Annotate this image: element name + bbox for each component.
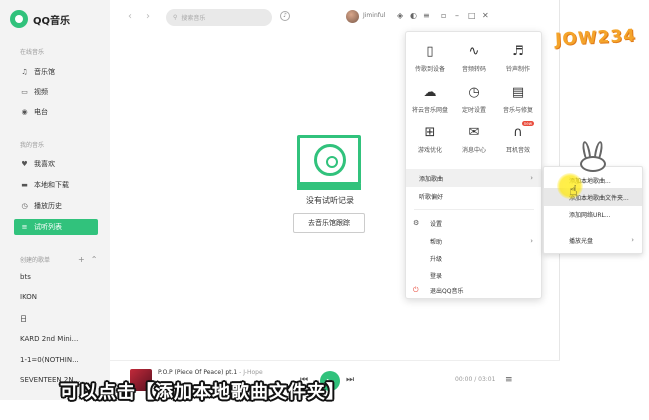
clock-icon: ◷ <box>468 85 480 100</box>
app-logo[interactable]: QQ音乐 <box>10 10 70 28</box>
song-title: P.O.P (Piece Of Peace) pt.1 <box>158 369 238 376</box>
menu-ringtone[interactable]: ♬ 铃声制作 <box>496 44 540 73</box>
skin-icon[interactable]: ◐ <box>410 11 417 20</box>
sidebar: QQ音乐 在线音乐 ♫ 音乐馆 ▭ 视频 ◉ 电台 我的音乐 ♥ 我喜欢 ▬ 本… <box>0 0 110 400</box>
sidebar-item-history[interactable]: ◷ 播放历史 <box>14 198 98 214</box>
mini-mode-icon[interactable]: ▫ <box>441 11 446 20</box>
sidebar-item-music-hall[interactable]: ♫ 音乐馆 <box>14 64 98 80</box>
empty-disc-icon <box>297 135 361 190</box>
submenu-play-disc[interactable]: 播放光盘 › <box>544 231 642 249</box>
username[interactable]: Jiminful <box>363 12 385 19</box>
sidebar-item-favorites[interactable]: ♥ 我喜欢 <box>14 156 98 172</box>
sidebar-item-trial-list[interactable]: ≡ 试听列表 <box>14 219 98 235</box>
listen-recognize-icon[interactable]: ♪ <box>280 11 290 21</box>
chevron-right-icon: › <box>530 174 533 182</box>
add-playlist-icon[interactable]: + <box>78 255 85 264</box>
go-to-music-hall-button[interactable]: 去音乐馆跟踪 <box>293 213 365 233</box>
main-menu: ▯ 传歌到设备 ∿ 音频转码 ♬ 铃声制作 ☁ 将云音乐网盘 ◷ 定时设置 ▤ … <box>405 31 542 299</box>
menu-transfer-to-device[interactable]: ▯ 传歌到设备 <box>408 44 452 73</box>
menu-quit[interactable]: ⏻ 退出QQ音乐 <box>406 281 541 299</box>
menu-settings[interactable]: ⚙ 设置 <box>406 214 541 232</box>
hand-cursor-icon: ☝ <box>569 183 578 199</box>
sidebar-item-video[interactable]: ▭ 视频 <box>14 84 98 100</box>
menu-game-optimize[interactable]: ⊞ 游戏优化 <box>408 125 452 154</box>
search-input[interactable]: ⚲ 搜索音乐 <box>166 9 272 26</box>
maximize-icon[interactable]: □ <box>468 11 476 20</box>
qq-music-logo-icon <box>10 10 28 28</box>
phone-transfer-icon: ▯ <box>426 44 434 59</box>
playlist-item[interactable]: 日 <box>20 314 102 324</box>
menu-timer[interactable]: ◷ 定时设置 <box>452 85 496 114</box>
menu-icon[interactable]: ≡ <box>423 11 430 20</box>
rabbit-doodle-icon <box>574 140 612 172</box>
menu-earphone-effect[interactable]: ∩ new 耳机音效 <box>496 121 540 154</box>
app-name: QQ音乐 <box>33 15 71 27</box>
search-icon: ⚲ <box>173 14 178 21</box>
menu-add-songs[interactable]: 添加歌曲 › <box>406 169 541 187</box>
chevron-right-icon: › <box>631 236 634 244</box>
minimize-icon[interactable]: – <box>455 11 459 20</box>
forward-icon[interactable]: › <box>146 11 150 22</box>
playlist-item[interactable]: 1-1=0(NOTHIN... <box>20 356 102 364</box>
avatar[interactable] <box>346 10 359 23</box>
next-icon[interactable]: ⏭ <box>346 375 354 385</box>
heart-icon: ♥ <box>21 160 28 168</box>
radio-icon: ◉ <box>21 108 28 116</box>
menu-divider <box>414 209 534 210</box>
new-badge: new <box>521 121 534 126</box>
earphone-icon: ∩ <box>513 125 523 140</box>
vip-icon[interactable]: ◈ <box>397 11 403 20</box>
back-icon[interactable]: ‹ <box>128 11 132 22</box>
menu-audio-convert[interactable]: ∿ 音频转码 <box>452 44 496 73</box>
audio-wave-icon: ∿ <box>468 44 480 59</box>
power-icon: ⏻ <box>413 285 419 294</box>
menu-help[interactable]: 帮助 › <box>406 232 541 250</box>
caption-subtitle: 可以点击【添加本地歌曲文件夹】 <box>60 382 345 403</box>
menu-messages[interactable]: ✉ 消息中心 <box>452 125 496 154</box>
repair-icon: ▤ <box>511 85 525 100</box>
playlist-item[interactable]: KARD 2nd Mini... <box>20 335 102 343</box>
song-artist: - J-Hope <box>239 369 263 376</box>
list-icon: ≡ <box>21 223 28 231</box>
collapse-icon[interactable]: ⌃ <box>91 255 98 264</box>
playlist-item[interactable]: IKON <box>20 293 102 301</box>
watermark-logo: JOW234 <box>554 25 637 51</box>
sidebar-item-local-download[interactable]: ▬ 本地和下载 <box>14 177 98 193</box>
section-created-title: 创建的歌单 <box>20 257 51 264</box>
search-placeholder: 搜索音乐 <box>181 15 206 22</box>
gear-icon: ⚙ <box>413 219 420 227</box>
playlist-actions: + ⌃ <box>78 255 97 264</box>
playlist-item[interactable]: bts <box>20 273 102 281</box>
monitor-icon: ▬ <box>21 181 28 189</box>
menu-cloud-drive[interactable]: ☁ 将云音乐网盘 <box>408 85 452 114</box>
menu-repair[interactable]: ▤ 音乐与修复 <box>496 85 540 114</box>
close-icon[interactable]: ✕ <box>482 11 489 20</box>
menu-listening-preference[interactable]: 听歌偏好 <box>406 187 541 205</box>
section-mine-title: 我的音乐 <box>20 142 45 149</box>
submenu-add-url[interactable]: 添加网络URL... <box>544 205 642 223</box>
mail-icon: ✉ <box>468 125 480 140</box>
cloud-icon: ☁ <box>423 85 437 100</box>
history-icon: ◷ <box>21 202 28 210</box>
gamepad-icon: ⊞ <box>424 125 436 140</box>
section-online-title: 在线音乐 <box>20 49 45 56</box>
video-icon: ▭ <box>21 88 28 96</box>
play-time: 00:00 / 03:01 <box>455 376 496 383</box>
menu-upgrade[interactable]: 升级 <box>406 249 541 267</box>
playlist-icon[interactable]: ≡ <box>505 375 513 385</box>
sidebar-item-radio[interactable]: ◉ 电台 <box>14 104 98 120</box>
chevron-right-icon: › <box>530 237 533 245</box>
ringtone-icon: ♬ <box>512 44 524 59</box>
now-playing[interactable]: P.O.P (Piece Of Peace) pt.1 - J-Hope <box>158 369 263 376</box>
empty-state-text: 没有试听记录 <box>306 196 354 205</box>
music-note-icon: ♫ <box>21 68 28 76</box>
